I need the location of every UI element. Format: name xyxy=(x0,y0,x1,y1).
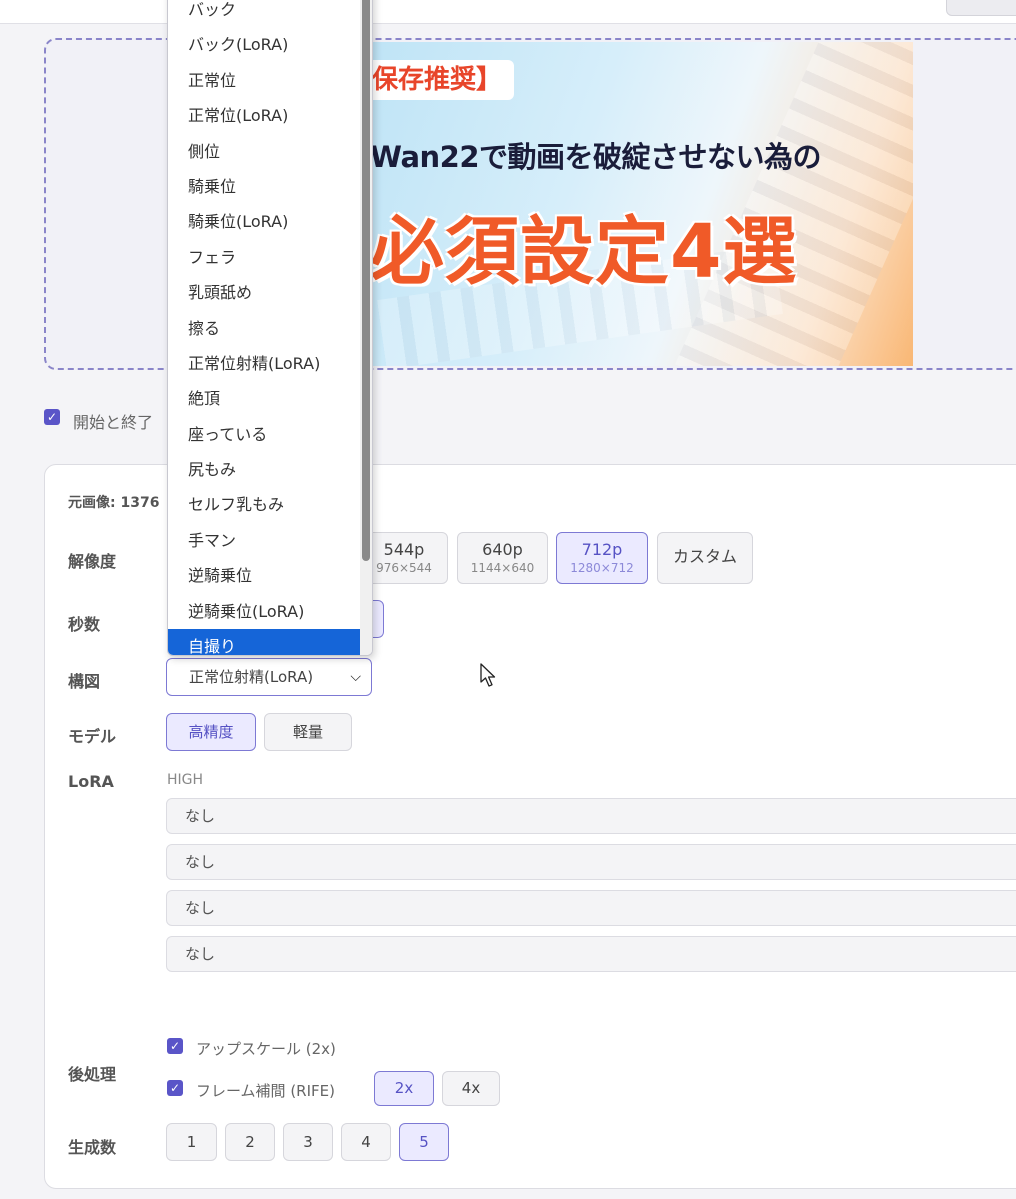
dropdown-option[interactable]: 逆騎乗位 xyxy=(168,558,362,593)
dropdown-option[interactable]: セルフ乳もみ xyxy=(168,487,362,522)
chevron-down-icon: ⌵ xyxy=(350,669,361,685)
dropdown-option[interactable]: 逆騎乗位(LoRA) xyxy=(168,594,362,629)
resolution-544p-size: 976×544 xyxy=(376,561,432,575)
dropdown-option[interactable]: バック xyxy=(168,0,362,27)
resolution-custom-button[interactable]: カスタム xyxy=(657,532,753,584)
banner-title: 必須設定4選 xyxy=(370,209,798,295)
count-4-button[interactable]: 4 xyxy=(341,1123,391,1161)
resolution-label: 解像度 xyxy=(68,552,117,571)
resolution-544p-button[interactable]: 544p 976×544 xyxy=(360,532,448,584)
count-3-button[interactable]: 3 xyxy=(283,1123,333,1161)
resolution-712p-size: 1280×712 xyxy=(570,561,634,575)
count-5-button[interactable]: 5 xyxy=(399,1123,449,1161)
interp-2x-button[interactable]: 2x xyxy=(374,1071,434,1106)
dropdown-option[interactable]: 尻もみ xyxy=(168,452,362,487)
dropdown-option[interactable]: 乳頭舐め xyxy=(168,275,362,310)
dropdown-scrollbar-thumb[interactable] xyxy=(362,0,370,561)
image-preview: 保存推奨】 Wan22で動画を破綻させない為の 必須設定4選 xyxy=(370,42,913,366)
upscale-checkbox[interactable]: ✓ xyxy=(167,1038,183,1054)
post-processing-label: 後処理 xyxy=(68,1065,117,1084)
resolution-544p-label: 544p xyxy=(383,540,425,559)
resolution-640p-label: 640p xyxy=(482,540,523,559)
dropdown-option[interactable]: 騎乗位(LoRA) xyxy=(168,204,362,239)
lora-field-3[interactable]: なし xyxy=(166,890,1016,926)
composition-selected-value: 正常位射精(LoRA) xyxy=(189,668,314,686)
dropdown-option[interactable]: 騎乗位 xyxy=(168,169,362,204)
start-end-label: 開始と終了 xyxy=(73,413,154,432)
dropdown-option[interactable]: バック(LoRA) xyxy=(168,27,362,62)
resolution-custom-label: カスタム xyxy=(672,547,737,566)
dropdown-option[interactable]: 手マン xyxy=(168,523,362,558)
count-2-button[interactable]: 2 xyxy=(225,1123,275,1161)
composition-select[interactable]: 正常位射精(LoRA) ⌵ xyxy=(166,658,372,696)
frame-interp-checkbox[interactable]: ✓ xyxy=(167,1080,183,1096)
source-image-info: 元画像: 1376 xyxy=(68,495,160,511)
resolution-640p-button[interactable]: 640p 1144×640 xyxy=(457,532,548,584)
resolution-712p-label: 712p xyxy=(581,540,623,559)
dropdown-option[interactable]: フェラ xyxy=(168,240,362,275)
count-1-button[interactable]: 1 xyxy=(166,1123,217,1161)
generation-count-label: 生成数 xyxy=(68,1138,117,1157)
model-high-precision-button[interactable]: 高精度 xyxy=(166,713,256,751)
dropdown-option[interactable]: 正常位(LoRA) xyxy=(168,98,362,133)
lora-field-2[interactable]: なし xyxy=(166,844,1016,880)
banner-subtitle: Wan22で動画を破綻させない為の xyxy=(370,140,822,174)
dropdown-option[interactable]: 正常位射精(LoRA) xyxy=(168,346,362,381)
resolution-640p-size: 1144×640 xyxy=(470,561,535,575)
interp-4x-button[interactable]: 4x xyxy=(442,1071,500,1106)
lora-high-label: HIGH xyxy=(167,772,204,788)
seconds-label: 秒数 xyxy=(68,615,101,634)
top-right-button[interactable] xyxy=(946,0,1016,16)
banner-tag: 保存推奨】 xyxy=(370,60,515,100)
dropdown-option[interactable]: 自撮り xyxy=(168,629,362,655)
dropdown-option[interactable]: 正常位 xyxy=(168,63,362,98)
model-light-button[interactable]: 軽量 xyxy=(264,713,352,751)
dropdown-option[interactable]: 絶頂 xyxy=(168,381,362,416)
start-end-checkbox[interactable]: ✓ xyxy=(44,409,60,425)
mouse-cursor-icon xyxy=(480,663,496,687)
dropdown-option[interactable]: 擦る xyxy=(168,311,362,346)
upscale-label: アップスケール (2x) xyxy=(196,1040,336,1058)
lora-label: LoRA xyxy=(68,772,114,791)
composition-dropdown-list[interactable]: バック バック(LoRA) 正常位 正常位(LoRA) 側位 騎乗位 騎乗位(LoRA) フェ… xyxy=(167,0,373,656)
dropdown-option[interactable]: 側位 xyxy=(168,134,362,169)
top-bar xyxy=(0,0,1016,24)
composition-label: 構図 xyxy=(68,672,101,691)
frame-interp-label: フレーム補間 (RIFE) xyxy=(196,1082,335,1100)
lora-field-1[interactable]: なし xyxy=(166,798,1016,834)
dropdown-options: バック バック(LoRA) 正常位 正常位(LoRA) 側位 騎乗位 騎乗位(LoRA) フェ… xyxy=(168,0,362,655)
dropdown-option[interactable]: 座っている xyxy=(168,417,362,452)
lora-field-4[interactable]: なし xyxy=(166,936,1016,972)
dropdown-scrollbar[interactable] xyxy=(360,0,372,655)
model-label: モデル xyxy=(68,727,117,746)
resolution-712p-button[interactable]: 712p 1280×712 xyxy=(556,532,648,584)
